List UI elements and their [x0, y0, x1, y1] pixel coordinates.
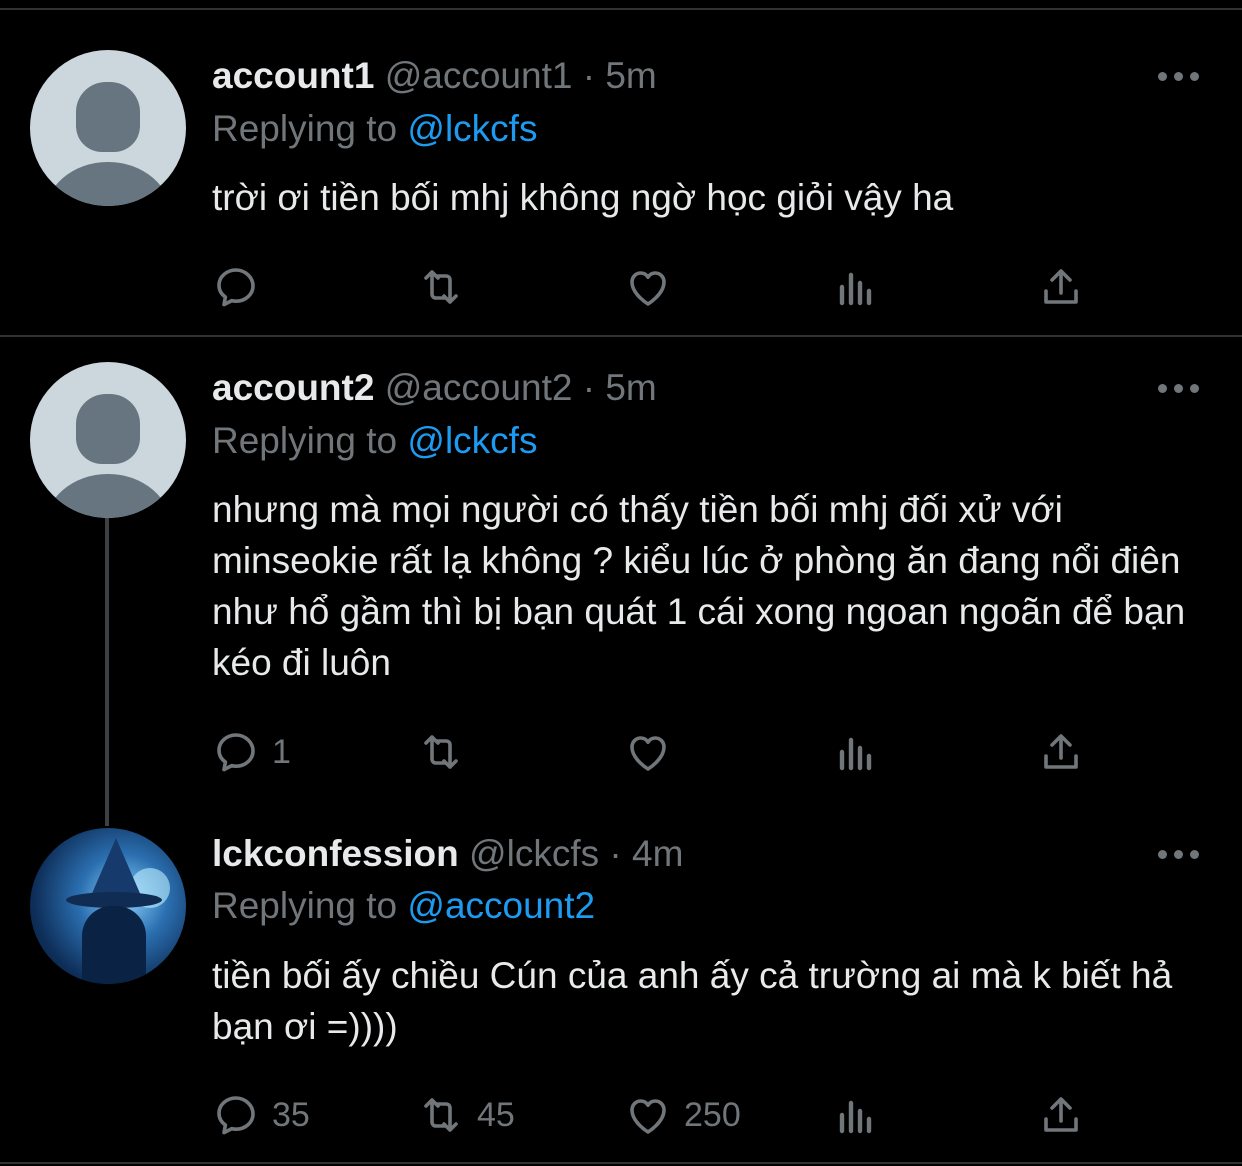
analytics-icon	[839, 272, 872, 306]
like-icon	[630, 1099, 666, 1134]
analytics-icon	[839, 1100, 872, 1134]
analytics-icon	[839, 737, 872, 771]
bottom-divider	[0, 1162, 1242, 1164]
share-icon	[1044, 734, 1078, 769]
more-icon[interactable]	[1158, 384, 1200, 396]
share-icon	[1044, 1097, 1078, 1132]
replying-prefix: Replying to	[212, 420, 398, 461]
action-bar: 1	[212, 727, 1112, 777]
reply-count: 1	[272, 732, 291, 771]
tweet-text: tiền bối ấy chiều Cún của anh ấy cả trườ…	[212, 955, 1173, 1047]
reply-button[interactable]: 35	[212, 1090, 310, 1140]
display-name[interactable]: account2	[212, 367, 374, 408]
tweet-text: nhưng mà mọi người có thấy tiền bối mhj …	[212, 489, 1186, 683]
replying-to: Replying to @lckcfs	[212, 107, 537, 151]
tweet-header: account1 @account1 · 5m	[212, 54, 657, 98]
user-handle[interactable]: @account1	[385, 55, 573, 96]
user-handle[interactable]: @account2	[385, 367, 573, 408]
like-button[interactable]: 250	[624, 1090, 741, 1140]
reply-button[interactable]	[212, 262, 272, 312]
retweet-icon	[424, 735, 458, 769]
separator: ·	[582, 367, 596, 408]
retweet-count: 45	[477, 1095, 515, 1134]
retweet-button[interactable]	[417, 727, 477, 777]
retweet-icon	[424, 1098, 458, 1132]
tweet-divider	[0, 335, 1242, 337]
separator: ·	[609, 833, 622, 874]
user-handle[interactable]: @lckcfs	[469, 833, 599, 874]
retweet-button[interactable]	[417, 262, 477, 312]
timestamp[interactable]: 4m	[632, 833, 683, 874]
like-button[interactable]	[624, 262, 684, 312]
replying-to: Replying to @lckcfs	[212, 419, 537, 463]
mention-link[interactable]: @account2	[407, 885, 595, 926]
mention-link[interactable]: @lckcfs	[407, 420, 537, 461]
like-button[interactable]	[624, 727, 684, 777]
timestamp[interactable]: 5m	[605, 55, 656, 96]
display-name[interactable]: account1	[212, 55, 374, 96]
action-bar	[212, 262, 1112, 312]
timestamp[interactable]: 5m	[605, 367, 656, 408]
like-icon	[630, 736, 666, 771]
share-button[interactable]	[1037, 727, 1085, 777]
default-avatar-icon[interactable]	[30, 362, 186, 518]
tweet-header: lckconfession @lckcfs · 4m	[212, 832, 683, 876]
analytics-button[interactable]	[832, 1090, 880, 1140]
tweet-text: trời ơi tiền bối mhj không ngờ học giỏi …	[212, 177, 954, 218]
more-icon[interactable]	[1158, 850, 1200, 862]
separator: ·	[582, 55, 596, 96]
replying-prefix: Replying to	[212, 108, 398, 149]
reply-icon	[217, 268, 255, 307]
action-bar: 35 45 250	[212, 1090, 1112, 1140]
reply-icon	[217, 733, 255, 772]
thread-connector	[105, 510, 109, 826]
tweet-header: account2 @account2 · 5m	[212, 366, 657, 410]
share-button[interactable]	[1037, 262, 1085, 312]
reply-icon	[217, 1096, 255, 1135]
mention-link[interactable]: @lckcfs	[407, 108, 537, 149]
reply-count: 35	[272, 1095, 310, 1134]
share-icon	[1044, 269, 1078, 304]
replying-prefix: Replying to	[212, 885, 398, 926]
display-name[interactable]: lckconfession	[212, 833, 459, 874]
top-divider	[0, 8, 1242, 10]
default-avatar-icon[interactable]	[30, 50, 186, 206]
retweet-icon	[424, 270, 458, 304]
replying-to: Replying to @account2	[212, 884, 595, 928]
reply-button[interactable]: 1	[212, 727, 291, 777]
analytics-button[interactable]	[832, 727, 880, 777]
like-count: 250	[684, 1095, 741, 1134]
like-icon	[630, 271, 666, 306]
share-button[interactable]	[1037, 1090, 1085, 1140]
analytics-button[interactable]	[832, 262, 880, 312]
profile-avatar[interactable]	[30, 828, 186, 984]
retweet-button[interactable]: 45	[417, 1090, 515, 1140]
more-icon[interactable]	[1158, 72, 1200, 84]
